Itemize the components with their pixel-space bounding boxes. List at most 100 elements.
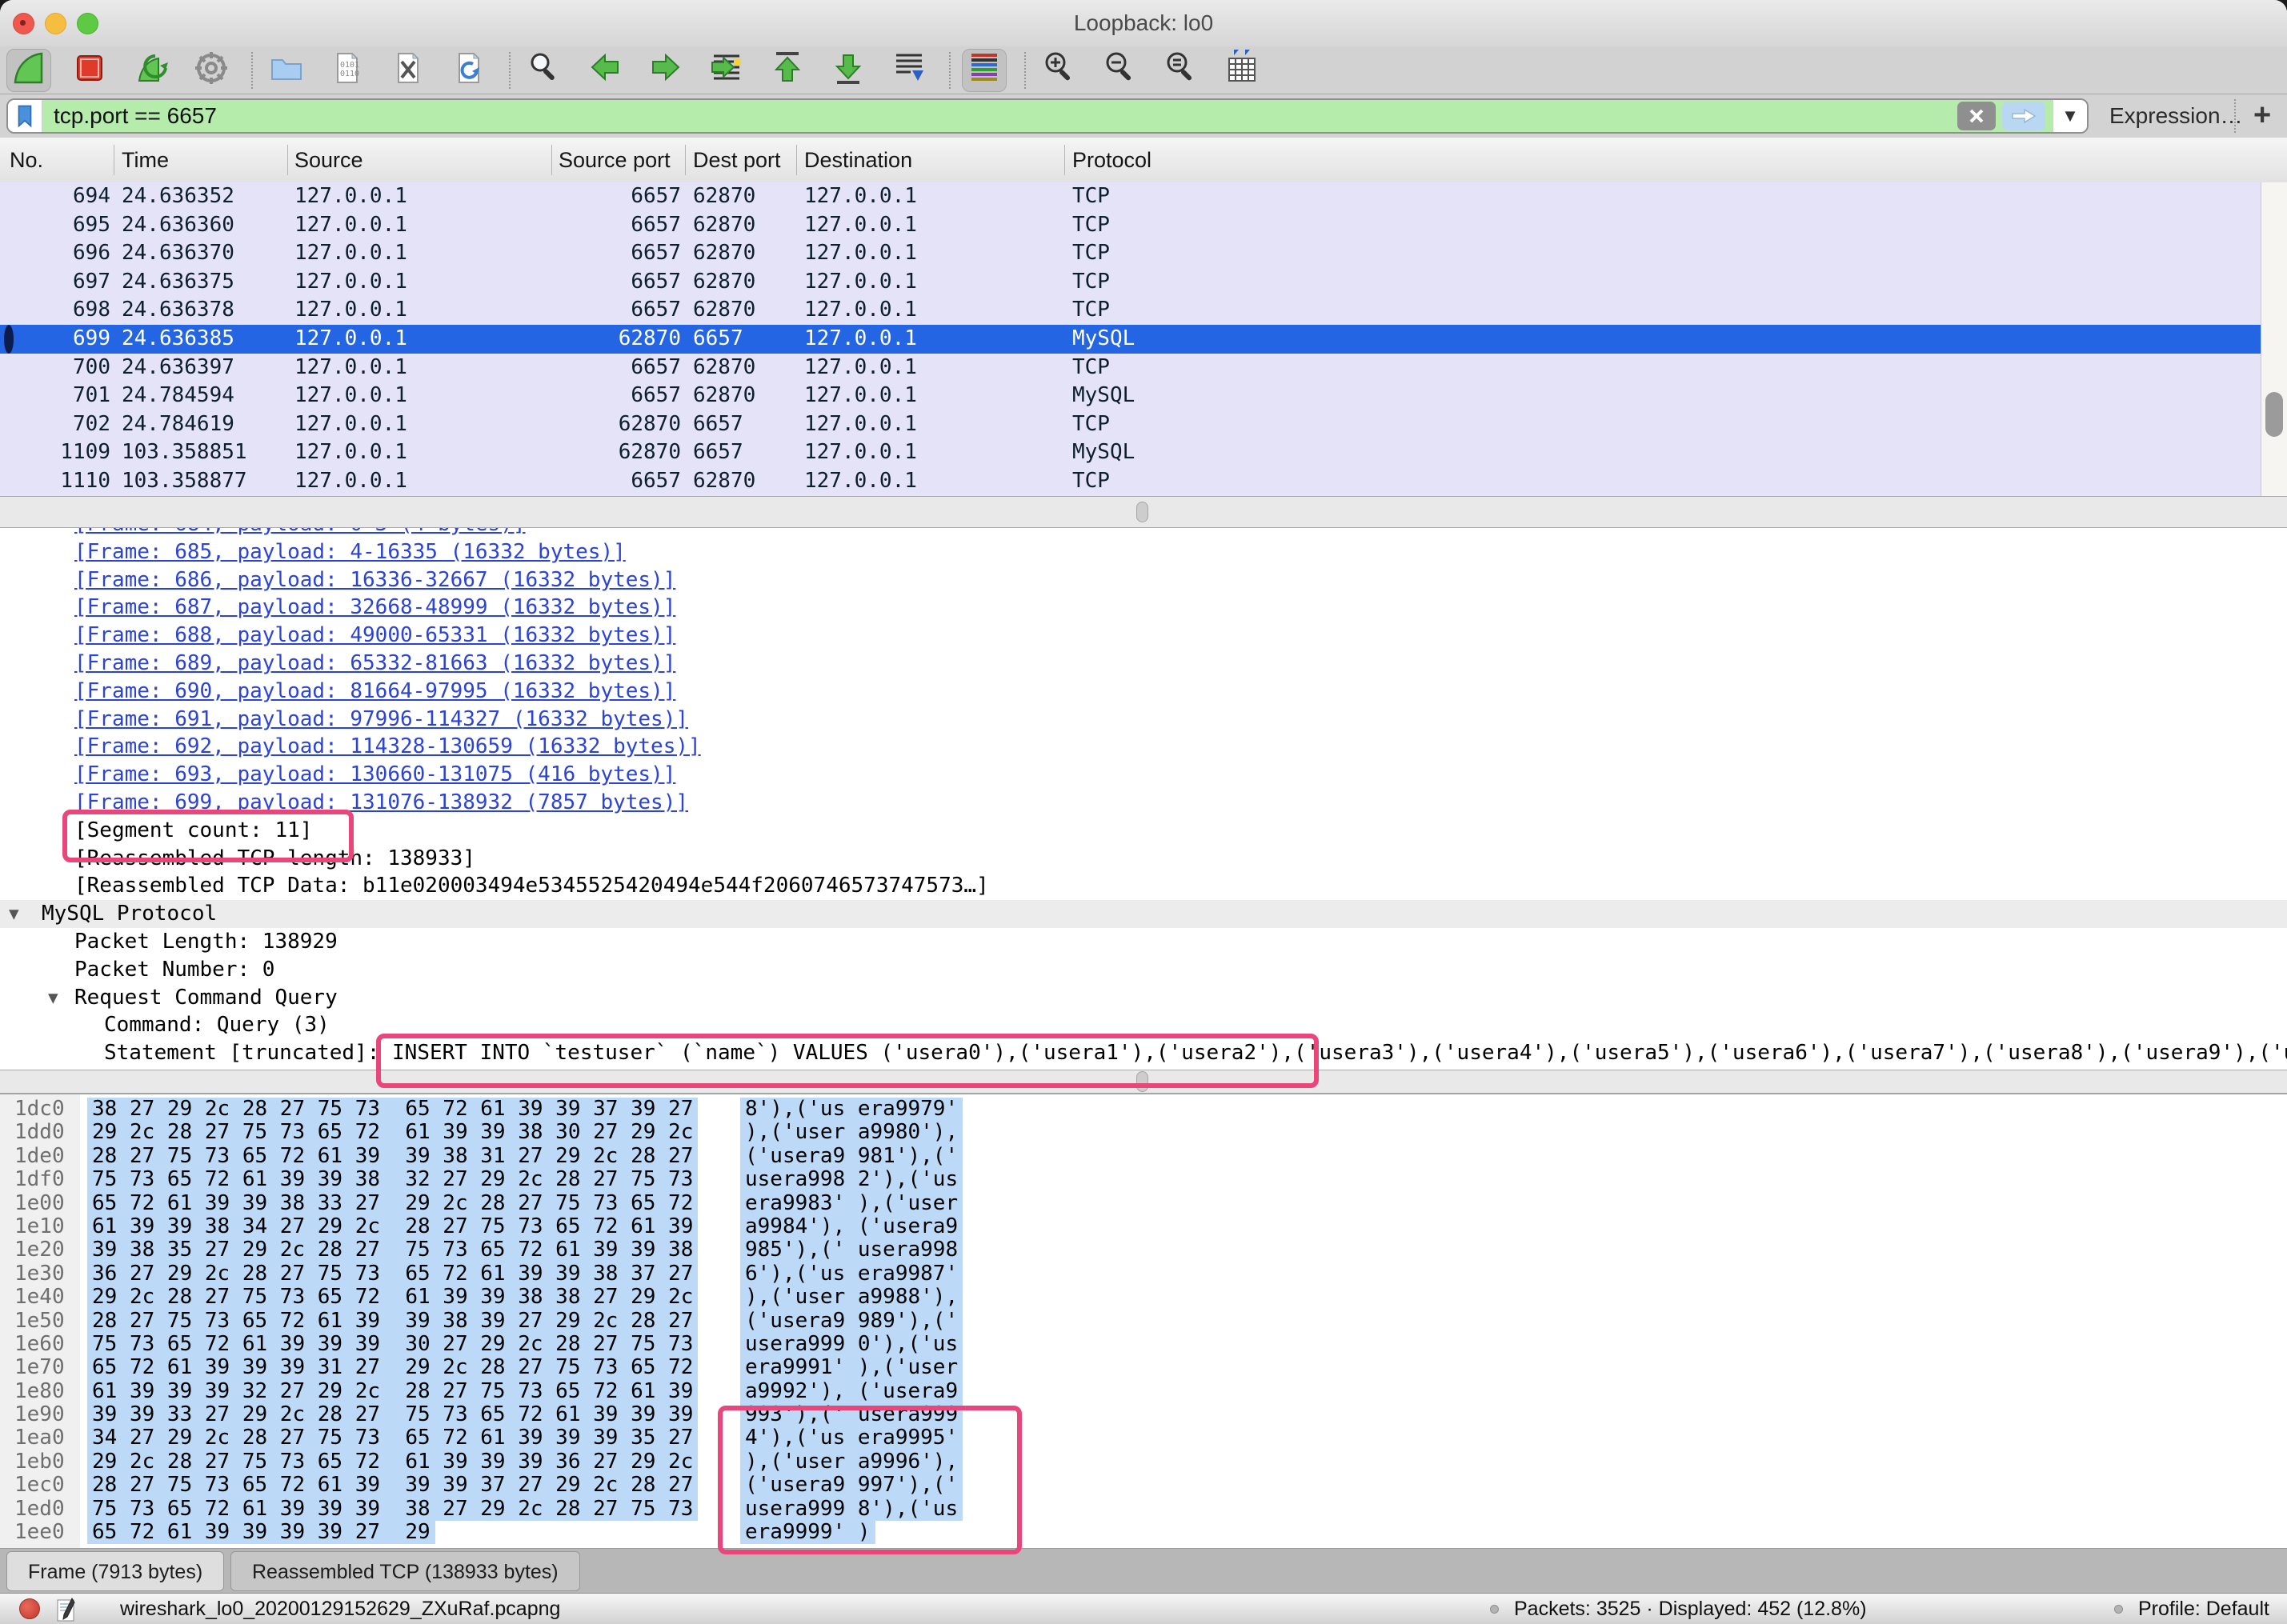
hex-bytes[interactable]: 61 39 39 39 32 27 29 2c 28 27 75 73 65 7… xyxy=(87,1380,698,1403)
tab-frame-bytes[interactable]: Frame (7913 bytes) xyxy=(6,1551,224,1591)
detail-tree-row[interactable]: ▼Request Command Query xyxy=(0,984,2287,1012)
hex-ascii[interactable]: 985'),(' usera998 xyxy=(740,1238,963,1262)
go-forward-button[interactable] xyxy=(643,49,688,92)
column-separator[interactable] xyxy=(1064,145,1065,175)
frame-link[interactable]: [Frame: 691, payload: 97996-114327 (1633… xyxy=(74,707,688,731)
expert-info-icon[interactable] xyxy=(19,1598,40,1619)
frame-link[interactable]: [Frame: 684, payload: 0-3 (4 bytes)] xyxy=(74,528,526,536)
stop-capture-button[interactable] xyxy=(67,49,112,92)
go-last-packet-button[interactable] xyxy=(826,49,871,92)
frame-link[interactable]: [Frame: 685, payload: 4-16335 (16332 byt… xyxy=(74,540,626,564)
hex-ascii[interactable]: usera998 2'),('us xyxy=(740,1168,963,1191)
hex-ascii[interactable]: a9984'), ('usera9 xyxy=(740,1215,963,1238)
column-header-no[interactable]: No. xyxy=(10,138,43,182)
add-filter-button[interactable]: + xyxy=(2253,94,2271,138)
detail-frame-link-row[interactable]: [Frame: 699, payload: 131076-138932 (785… xyxy=(0,789,2287,817)
column-separator[interactable] xyxy=(685,145,686,175)
restart-capture-button[interactable] xyxy=(128,49,173,92)
column-header-time[interactable]: Time xyxy=(122,138,169,182)
packet-row[interactable]: 69724.636375127.0.0.1665762870127.0.0.1T… xyxy=(0,268,2261,297)
hex-ascii[interactable]: 993'),(' usera999 xyxy=(740,1403,963,1426)
hex-ascii[interactable]: ('usera9 997'),(' xyxy=(740,1474,963,1497)
packet-row[interactable]: 69624.636370127.0.0.1665762870127.0.0.1T… xyxy=(0,239,2261,268)
hex-ascii[interactable]: usera999 8'),('us xyxy=(740,1498,963,1521)
hex-ascii[interactable]: ),('user a9996'), xyxy=(740,1450,963,1474)
splitter-grip[interactable] xyxy=(1136,1071,1148,1092)
detail-frame-link-row[interactable]: [Frame: 687, payload: 32668-48999 (16332… xyxy=(0,594,2287,622)
zoom-original-button[interactable] xyxy=(1159,49,1204,92)
packet-row[interactable]: 70224.784619127.0.0.1628706657127.0.0.1T… xyxy=(0,410,2261,439)
profile-status[interactable]: Profile: Default xyxy=(2138,1594,2269,1624)
hex-bytes[interactable]: 29 2c 28 27 75 73 65 72 61 39 39 38 38 2… xyxy=(87,1286,698,1309)
column-header-dest-port[interactable]: Dest port xyxy=(693,138,781,182)
frame-link[interactable]: [Frame: 690, payload: 81664-97995 (16332… xyxy=(74,679,675,703)
filter-input-area[interactable]: tcp.port == 6657 xyxy=(42,100,2053,132)
frame-link[interactable]: [Frame: 692, payload: 114328-130659 (163… xyxy=(74,734,701,758)
hex-bytes[interactable]: 39 39 33 27 29 2c 28 27 75 73 65 72 61 3… xyxy=(87,1403,698,1426)
splitter-grip[interactable] xyxy=(1136,502,1148,522)
hex-ascii[interactable]: 4'),('us era9995' xyxy=(740,1426,963,1450)
hex-ascii[interactable]: 8'),('us era9979' xyxy=(740,1098,963,1121)
detail-frame-link-row[interactable]: [Frame: 692, payload: 114328-130659 (163… xyxy=(0,733,2287,761)
zoom-out-button[interactable] xyxy=(1098,49,1143,92)
hex-ascii[interactable]: era9991' ),('user xyxy=(740,1356,963,1379)
column-header-destination[interactable]: Destination xyxy=(804,138,912,182)
detail-tree-row[interactable]: [Segment count: 11] xyxy=(0,817,2287,845)
column-header-protocol[interactable]: Protocol xyxy=(1072,138,1152,182)
packet-row[interactable]: 69824.636378127.0.0.1665762870127.0.0.1T… xyxy=(0,296,2261,325)
packet-row[interactable]: 1109103.358851127.0.0.1628706657127.0.0.… xyxy=(0,438,2261,467)
capture-options-button[interactable] xyxy=(189,49,234,92)
hex-bytes[interactable]: 28 27 75 73 65 72 61 39 39 38 31 27 29 2… xyxy=(87,1145,698,1168)
save-file-button[interactable]: 01010110 xyxy=(325,49,370,92)
find-packet-button[interactable] xyxy=(522,49,567,92)
start-capture-button[interactable] xyxy=(6,49,51,92)
auto-scroll-button[interactable] xyxy=(887,49,931,92)
hex-ascii[interactable]: ),('user a9988'), xyxy=(740,1286,963,1309)
detail-frame-link-row[interactable]: [Frame: 686, payload: 16336-32667 (16332… xyxy=(0,566,2287,594)
hex-bytes[interactable]: 65 72 61 39 39 39 39 27 29 xyxy=(87,1521,435,1544)
packet-row[interactable]: 69424.636352127.0.0.1665762870127.0.0.1T… xyxy=(0,182,2261,211)
column-separator[interactable] xyxy=(551,145,552,175)
detail-tree-row[interactable]: Packet Number: 0 xyxy=(0,956,2287,984)
hex-bytes[interactable]: 75 73 65 72 61 39 39 38 32 27 29 2c 28 2… xyxy=(87,1168,698,1191)
column-separator[interactable] xyxy=(287,145,288,175)
hex-bytes[interactable]: 61 39 39 38 34 27 29 2c 28 27 75 73 65 7… xyxy=(87,1215,698,1238)
open-file-button[interactable] xyxy=(264,49,309,92)
go-first-packet-button[interactable] xyxy=(765,49,810,92)
detail-frame-link-row[interactable]: [Frame: 693, payload: 130660-131075 (416… xyxy=(0,761,2287,789)
detail-tree-row[interactable]: Packet Length: 138929 xyxy=(0,928,2287,956)
detail-frame-link-row[interactable]: [Frame: 684, payload: 0-3 (4 bytes)] xyxy=(0,528,2287,538)
frame-link[interactable]: [Frame: 699, payload: 131076-138932 (785… xyxy=(74,790,688,814)
packet-list-scrollbar[interactable] xyxy=(2261,182,2287,496)
pane-splitter-bottom[interactable] xyxy=(0,1070,2287,1094)
filter-input-value[interactable]: tcp.port == 6657 xyxy=(54,103,1951,129)
capture-file-properties-icon[interactable] xyxy=(56,1597,77,1624)
filter-clear-icon[interactable] xyxy=(1957,102,1996,130)
hex-bytes[interactable]: 39 38 35 27 29 2c 28 27 75 73 65 72 61 3… xyxy=(87,1238,698,1262)
packet-row[interactable]: 1110103.358877127.0.0.1665762870127.0.0.… xyxy=(0,467,2261,496)
frame-link[interactable]: [Frame: 689, payload: 65332-81663 (16332… xyxy=(74,651,675,675)
frame-link[interactable]: [Frame: 688, payload: 49000-65331 (16332… xyxy=(74,623,675,647)
detail-frame-link-row[interactable]: [Frame: 691, payload: 97996-114327 (1633… xyxy=(0,706,2287,734)
hex-ascii[interactable]: usera999 0'),('us xyxy=(740,1333,963,1356)
filter-bookmark-icon[interactable] xyxy=(8,100,42,132)
expander-triangle-icon[interactable]: ▼ xyxy=(9,900,19,928)
hex-bytes[interactable]: 36 27 29 2c 28 27 75 73 65 72 61 39 39 3… xyxy=(87,1262,698,1286)
detail-tree-row[interactable]: Command: Query (3) xyxy=(0,1011,2287,1039)
display-filter-field[interactable]: tcp.port == 6657 ▼ xyxy=(6,98,2089,134)
colorize-packets-button[interactable] xyxy=(962,49,1007,92)
packet-row[interactable]: 69524.636360127.0.0.1665762870127.0.0.1T… xyxy=(0,211,2261,240)
column-separator[interactable] xyxy=(796,145,797,175)
hex-ascii[interactable]: 6'),('us era9987' xyxy=(740,1262,963,1286)
detail-frame-link-row[interactable]: [Frame: 689, payload: 65332-81663 (16332… xyxy=(0,650,2287,678)
hex-bytes[interactable]: 29 2c 28 27 75 73 65 72 61 39 39 39 36 2… xyxy=(87,1450,698,1474)
hex-ascii[interactable]: ('usera9 989'),(' xyxy=(740,1310,963,1333)
detail-tree-row[interactable]: [Reassembled TCP length: 138933] xyxy=(0,845,2287,873)
hex-bytes[interactable]: 65 72 61 39 39 39 31 27 29 2c 28 27 75 7… xyxy=(87,1356,698,1379)
frame-link[interactable]: [Frame: 687, payload: 32668-48999 (16332… xyxy=(74,595,675,619)
hex-bytes[interactable]: 28 27 75 73 65 72 61 39 39 39 37 27 29 2… xyxy=(87,1474,698,1497)
hex-bytes[interactable]: 28 27 75 73 65 72 61 39 39 38 39 27 29 2… xyxy=(87,1310,698,1333)
hex-ascii[interactable]: ('usera9 981'),(' xyxy=(740,1145,963,1168)
detail-tree-row[interactable]: ▼MySQL Protocol xyxy=(0,900,2287,928)
hex-ascii[interactable]: era9983' ),('user xyxy=(740,1192,963,1215)
